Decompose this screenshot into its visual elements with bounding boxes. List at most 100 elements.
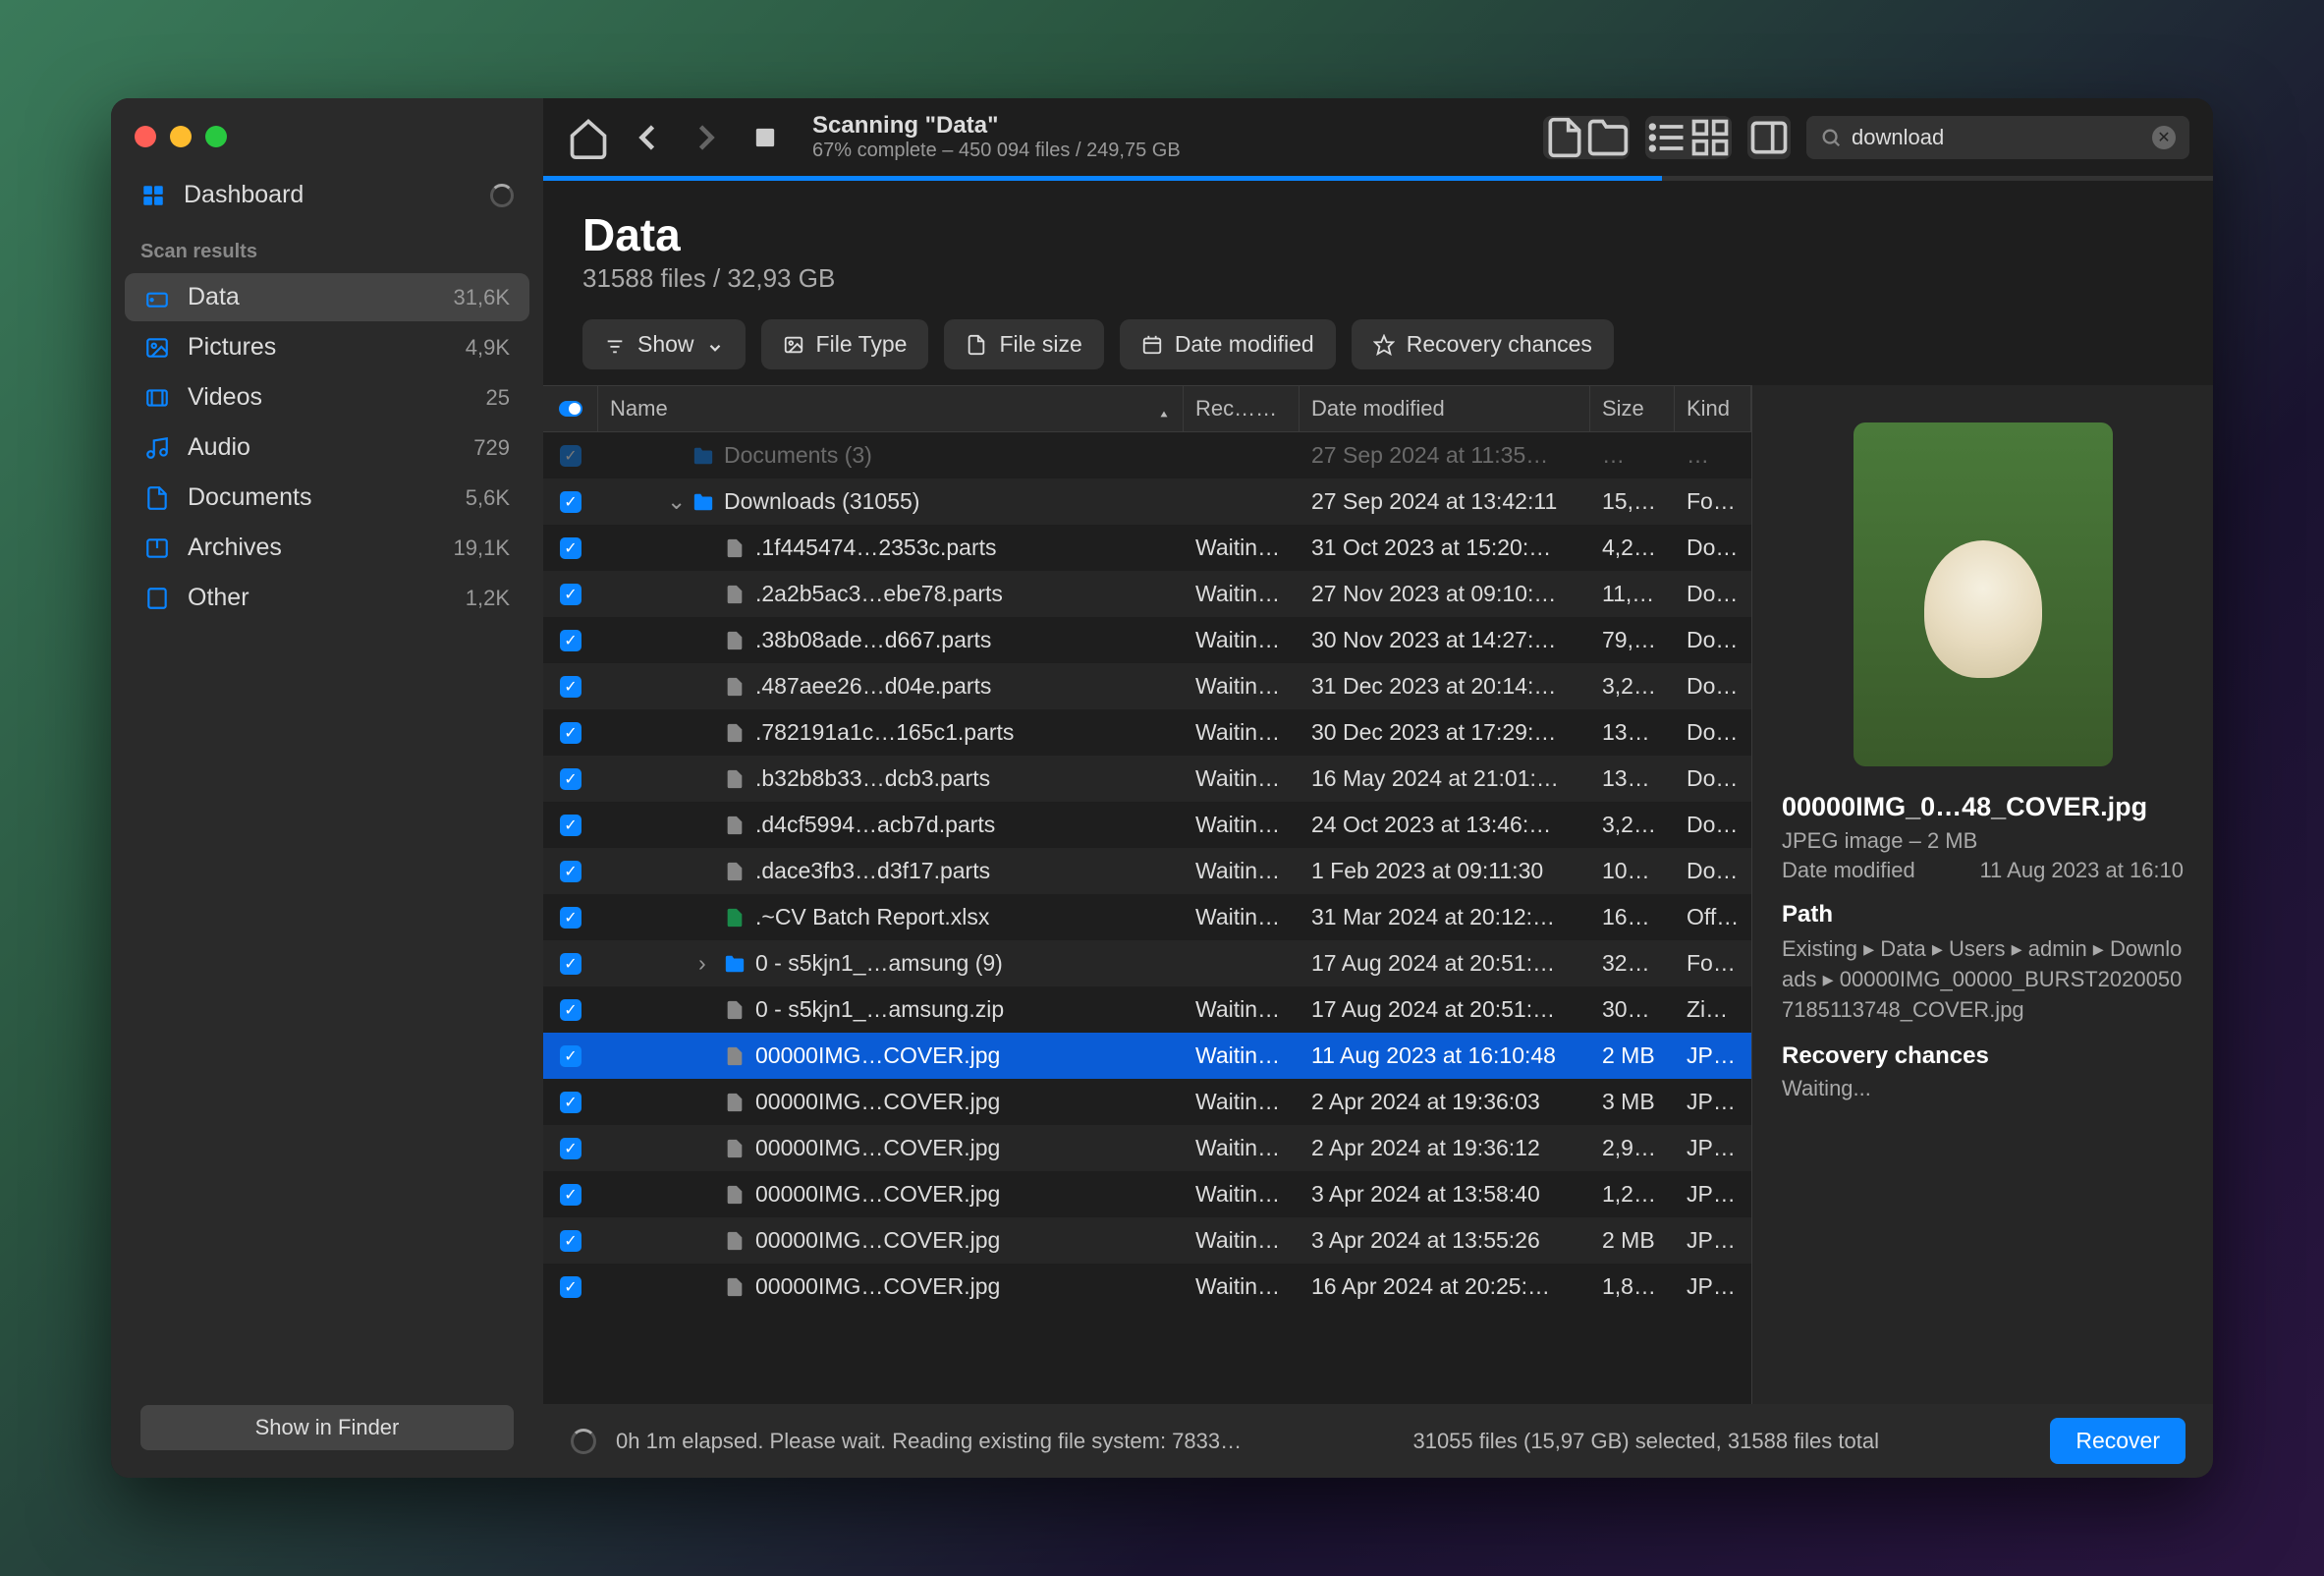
sidebar-item-audio[interactable]: Audio729 [125, 423, 529, 472]
row-checkbox[interactable]: ✓ [543, 907, 598, 929]
folder-icon [692, 491, 714, 513]
row-checkbox[interactable]: ✓ [543, 445, 598, 467]
table-row[interactable]: ✓ 00000IMG…COVER.jpg Waiting... 3 Apr 20… [543, 1171, 1751, 1217]
close-window-button[interactable] [135, 126, 156, 147]
sidebar-item-label: Documents [188, 483, 311, 512]
column-date[interactable]: Date modified [1300, 386, 1590, 431]
disclosure-icon[interactable]: ⌄ [667, 488, 683, 515]
column-kind[interactable]: Kind [1675, 386, 1751, 431]
sidebar-item-data[interactable]: Data31,6K [125, 273, 529, 321]
recovery-filter-button[interactable]: Recovery chances [1352, 319, 1614, 369]
table-row[interactable]: ✓ 0 - s5kjn1_…amsung.zip Waiting... 17 A… [543, 986, 1751, 1033]
row-date: 3 Apr 2024 at 13:55:26 [1300, 1227, 1590, 1254]
row-checkbox[interactable]: ✓ [543, 768, 598, 790]
table-row[interactable]: ✓ 00000IMG…COVER.jpg Waiting... 11 Aug 2… [543, 1033, 1751, 1079]
file-size-filter-button[interactable]: File size [944, 319, 1103, 369]
table-row[interactable]: ✓ 00000IMG…COVER.jpg Waiting... 3 Apr 20… [543, 1217, 1751, 1264]
table-body[interactable]: ✓ Documents (3) 27 Sep 2024 at 11:35… … … [543, 432, 1751, 1404]
maximize-window-button[interactable] [205, 126, 227, 147]
row-date: 31 Mar 2024 at 20:12:… [1300, 904, 1590, 930]
table-row[interactable]: ✓ › 0 - s5kjn1_…amsung (9) 17 Aug 2024 a… [543, 940, 1751, 986]
folder-icon-button[interactable] [1586, 116, 1630, 159]
sidebar-item-other[interactable]: Other1,2K [125, 574, 529, 622]
sidebar-item-documents[interactable]: Documents5,6K [125, 474, 529, 522]
row-checkbox[interactable]: ✓ [543, 537, 598, 559]
row-checkbox[interactable]: ✓ [543, 861, 598, 882]
search-input[interactable] [1852, 125, 2142, 150]
row-checkbox[interactable]: ✓ [543, 584, 598, 605]
image-icon [783, 334, 804, 356]
stop-button[interactable] [744, 116, 787, 159]
home-button[interactable] [567, 116, 610, 159]
sidebar-item-pictures[interactable]: Pictures4,9K [125, 323, 529, 371]
row-checkbox[interactable]: ✓ [543, 1092, 598, 1113]
row-size: 2 MB [1590, 1042, 1675, 1069]
row-checkbox[interactable]: ✓ [543, 1230, 598, 1252]
sidebar-item-archives[interactable]: Archives19,1K [125, 524, 529, 572]
column-name[interactable]: Name [598, 386, 1184, 431]
row-date: 2 Apr 2024 at 19:36:12 [1300, 1135, 1590, 1161]
row-size: 3,2… [1590, 673, 1675, 700]
table-row[interactable]: ✓ .~CV Batch Report.xlsx Waiting... 31 M… [543, 894, 1751, 940]
file-icon [724, 537, 746, 559]
list-view-button[interactable] [1645, 116, 1688, 159]
toggle-preview-button[interactable] [1747, 116, 1791, 159]
table-row[interactable]: ✓ .487aee26…d04e.parts Waiting... 31 Dec… [543, 663, 1751, 709]
row-checkbox[interactable]: ✓ [543, 953, 598, 975]
sidebar-item-count: 19,1K [454, 535, 511, 561]
row-filename: 00000IMG…COVER.jpg [755, 1181, 1000, 1208]
sidebar-item-videos[interactable]: Videos25 [125, 373, 529, 422]
preview-recovery-label: Recovery chances [1782, 1042, 2184, 1070]
table-row[interactable]: ✓ .dace3fb3…d3f17.parts Waiting... 1 Feb… [543, 848, 1751, 894]
row-checkbox[interactable]: ✓ [543, 1276, 598, 1298]
search-box[interactable]: ✕ [1806, 116, 2189, 159]
table-row[interactable]: ✓ .1f445474…2353c.parts Waiting... 31 Oc… [543, 525, 1751, 571]
column-recovery[interactable]: Rec…nces [1184, 386, 1300, 431]
row-size: 2 MB [1590, 1227, 1675, 1254]
row-checkbox[interactable]: ✓ [543, 1138, 598, 1159]
row-checkbox[interactable]: ✓ [543, 491, 598, 513]
row-checkbox[interactable]: ✓ [543, 1045, 598, 1067]
file-icon-button[interactable] [1543, 116, 1586, 159]
table-row[interactable]: ✓ ⌄ Downloads (31055) 27 Sep 2024 at 13:… [543, 478, 1751, 525]
forward-button[interactable] [685, 116, 728, 159]
row-checkbox[interactable]: ✓ [543, 815, 598, 836]
table-row[interactable]: ✓ .d4cf5994…acb7d.parts Waiting... 24 Oc… [543, 802, 1751, 848]
table-row[interactable]: ✓ 00000IMG…COVER.jpg Waiting... 2 Apr 20… [543, 1125, 1751, 1171]
table-row[interactable]: ✓ 00000IMG…COVER.jpg Waiting... 2 Apr 20… [543, 1079, 1751, 1125]
date-filter-button[interactable]: Date modified [1120, 319, 1336, 369]
row-checkbox[interactable]: ✓ [543, 722, 598, 744]
search-icon [1820, 127, 1842, 148]
row-date: 30 Dec 2023 at 17:29:… [1300, 719, 1590, 746]
show-in-finder-button[interactable]: Show in Finder [140, 1405, 514, 1450]
row-name-cell: 00000IMG…COVER.jpg [598, 1181, 1184, 1208]
file-type-filter-button[interactable]: File Type [761, 319, 929, 369]
table-row[interactable]: ✓ 00000IMG…COVER.jpg Waiting... 16 Apr 2… [543, 1264, 1751, 1310]
row-checkbox[interactable]: ✓ [543, 630, 598, 651]
table-row[interactable]: ✓ .2a2b5ac3…ebe78.parts Waiting... 27 No… [543, 571, 1751, 617]
row-kind: Do… [1675, 535, 1751, 561]
page-subtitle: 31588 files / 32,93 GB [582, 263, 2174, 294]
row-date: 31 Dec 2023 at 20:14:… [1300, 673, 1590, 700]
row-checkbox[interactable]: ✓ [543, 999, 598, 1021]
table-row[interactable]: ✓ .b32b8b33…dcb3.parts Waiting... 16 May… [543, 756, 1751, 802]
back-button[interactable] [626, 116, 669, 159]
grid-view-button[interactable] [1688, 116, 1732, 159]
dashboard-item[interactable]: Dashboard [111, 167, 543, 223]
show-filter-button[interactable]: Show [582, 319, 746, 369]
clear-search-button[interactable]: ✕ [2152, 126, 2176, 149]
row-date: 27 Sep 2024 at 11:35… [1300, 442, 1590, 469]
minimize-window-button[interactable] [170, 126, 192, 147]
select-all-toggle[interactable] [543, 386, 598, 431]
row-checkbox[interactable]: ✓ [543, 676, 598, 698]
row-date: 17 Aug 2024 at 20:51:… [1300, 950, 1590, 977]
recover-button[interactable]: Recover [2050, 1418, 2186, 1464]
row-date: 31 Oct 2023 at 15:20:… [1300, 535, 1590, 561]
folder-icon [692, 445, 714, 467]
table-row[interactable]: ✓ .38b08ade…d667.parts Waiting... 30 Nov… [543, 617, 1751, 663]
table-row[interactable]: ✓ .782191a1c…165c1.parts Waiting... 30 D… [543, 709, 1751, 756]
table-row[interactable]: ✓ Documents (3) 27 Sep 2024 at 11:35… … … [543, 432, 1751, 478]
column-size[interactable]: Size [1590, 386, 1675, 431]
disclosure-icon[interactable]: › [698, 950, 714, 977]
row-checkbox[interactable]: ✓ [543, 1184, 598, 1206]
